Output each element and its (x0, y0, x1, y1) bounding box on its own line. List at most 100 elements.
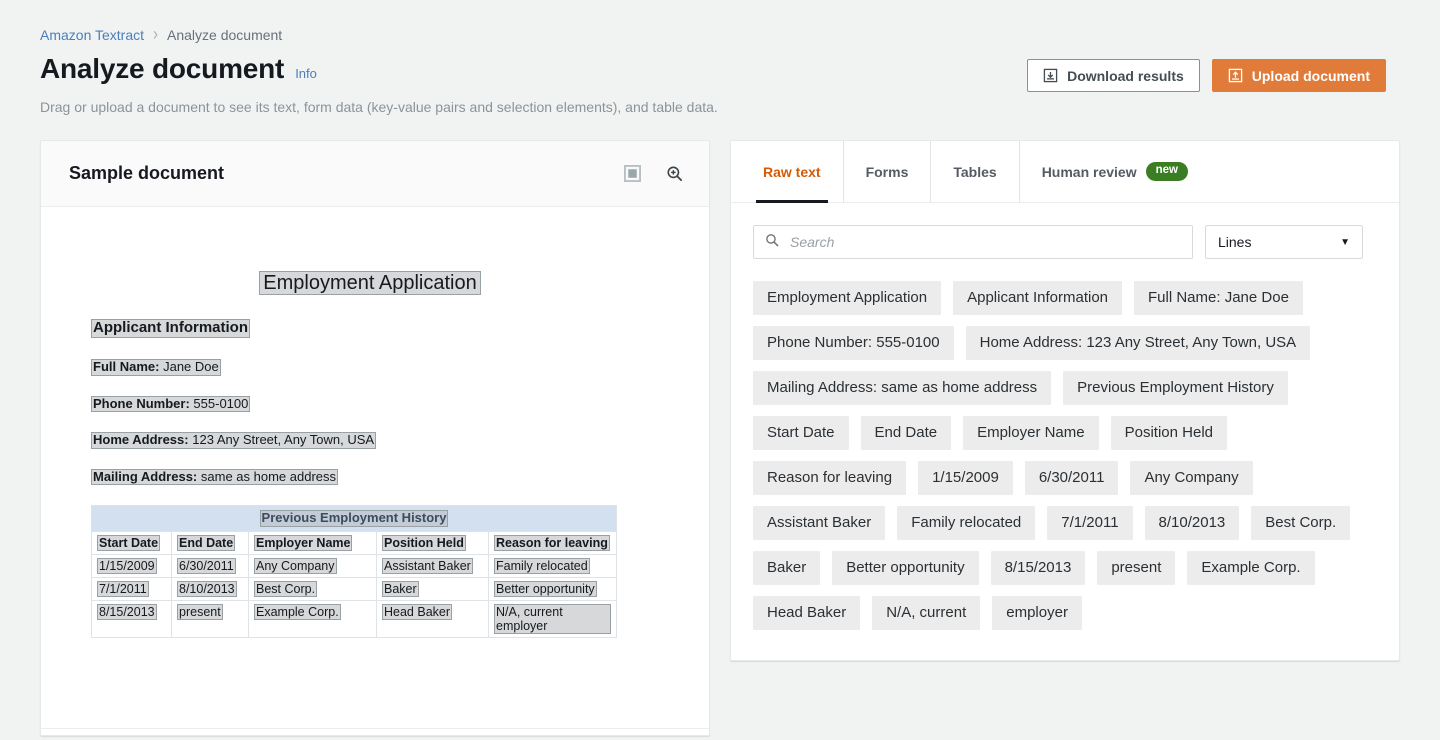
detected-text-block: Family relocated (494, 558, 590, 574)
tab-label: Tables (953, 164, 996, 180)
raw-text-chip[interactable]: 1/15/2009 (918, 461, 1013, 495)
detected-text-block: 6/30/2011 (177, 558, 236, 574)
results-filter-row: Lines ▼ (753, 225, 1363, 259)
breadcrumb-link-amazon-textract[interactable]: Amazon Textract (40, 26, 144, 44)
table-cell: Better opportunity (489, 577, 617, 600)
detected-text-block: Mailing Address: same as home address (91, 469, 338, 486)
table-cell: Example Corp. (249, 600, 377, 637)
raw-text-chip[interactable]: Applicant Information (953, 281, 1122, 315)
raw-text-chip[interactable]: 7/1/2011 (1047, 506, 1132, 540)
table-header-cell: Start Date (92, 531, 172, 554)
table-header-cell: Reason for leaving (489, 531, 617, 554)
raw-text-chip[interactable]: Head Baker (753, 596, 860, 630)
detected-text-block: Full Name: Jane Doe (91, 359, 221, 376)
detected-text-block: 7/1/2011 (97, 581, 149, 597)
table-header-cell: End Date (172, 531, 249, 554)
table-cell: Baker (377, 577, 489, 600)
zoom-in-icon[interactable] (666, 165, 683, 182)
field-label: Mailing Address: (93, 469, 197, 484)
raw-text-chip[interactable]: Employment Application (753, 281, 941, 315)
raw-text-chip[interactable]: 8/15/2013 (991, 551, 1086, 585)
field-value: 123 Any Street, Any Town, USA (192, 432, 374, 447)
detected-text-block: Baker (382, 581, 419, 597)
tab-human-review[interactable]: Human review new (1020, 141, 1210, 202)
table-header-cell: Employer Name (249, 531, 377, 554)
raw-text-chip[interactable]: Previous Employment History (1063, 371, 1288, 405)
raw-text-chip[interactable]: Home Address: 123 Any Street, Any Town, … (966, 326, 1311, 360)
detected-text-block: 8/15/2013 (97, 604, 157, 620)
detected-text-block: Best Corp. (254, 581, 317, 597)
table-cell: Any Company (249, 554, 377, 577)
table-row: 1/15/2009 6/30/2011 Any Company Assistan… (92, 554, 617, 577)
page-subtitle: Drag or upload a document to see its tex… (40, 99, 1400, 115)
download-results-label: Download results (1067, 68, 1184, 84)
document-title: Sample document (69, 163, 224, 184)
document-heading: Employment Application (91, 271, 649, 295)
search-icon (765, 233, 779, 252)
tab-forms[interactable]: Forms (844, 141, 932, 202)
raw-text-chip[interactable]: Phone Number: 555-0100 (753, 326, 954, 360)
document-field-line: Phone Number: 555-0100 (91, 396, 649, 413)
raw-text-chip[interactable]: Position Held (1111, 416, 1227, 450)
detected-text-block: End Date (177, 535, 235, 551)
tab-tables[interactable]: Tables (931, 141, 1019, 202)
raw-text-chip[interactable]: Employer Name (963, 416, 1099, 450)
results-tabs: Raw text Forms Tables Human review new (731, 141, 1399, 203)
document-preview-panel: Sample document (40, 140, 710, 736)
table-cell: Assistant Baker (377, 554, 489, 577)
tab-label: Forms (866, 164, 909, 180)
document-page: Employment Application Applicant Informa… (41, 207, 709, 735)
raw-text-chip[interactable]: Best Corp. (1251, 506, 1350, 540)
raw-text-results-list: Employment Application Applicant Informat… (753, 281, 1363, 630)
raw-text-chip[interactable]: Better opportunity (832, 551, 978, 585)
upload-document-button[interactable]: Upload document (1212, 59, 1386, 92)
table-row: 8/15/2013 present Example Corp. Head Bak… (92, 600, 617, 637)
table-cell: 6/30/2011 (172, 554, 249, 577)
field-label: Home Address: (93, 432, 189, 447)
download-results-button[interactable]: Download results (1027, 59, 1200, 92)
search-input[interactable] (788, 233, 1181, 251)
raw-text-chip[interactable]: Example Corp. (1187, 551, 1314, 585)
raw-text-chip[interactable]: Full Name: Jane Doe (1134, 281, 1303, 315)
table-cell: 8/10/2013 (172, 577, 249, 600)
raw-text-chip[interactable]: 8/10/2013 (1145, 506, 1240, 540)
raw-text-chip[interactable]: N/A, current (872, 596, 980, 630)
raw-text-chip[interactable]: Baker (753, 551, 820, 585)
detected-text-block: Better opportunity (494, 581, 597, 597)
detected-text-block: Home Address: 123 Any Street, Any Town, … (91, 432, 376, 449)
table-cell: 8/15/2013 (92, 600, 172, 637)
chevron-down-icon: ▼ (1340, 237, 1350, 248)
raw-text-chip[interactable]: Family relocated (897, 506, 1035, 540)
upload-document-label: Upload document (1252, 68, 1370, 84)
field-value: 555-0100 (193, 396, 248, 411)
info-link[interactable]: Info (295, 66, 317, 81)
raw-text-chip[interactable]: 6/30/2011 (1025, 461, 1119, 495)
detected-text-block: 8/10/2013 (177, 581, 237, 597)
main-columns: Sample document (0, 140, 1440, 736)
status-badge-new: new (1146, 162, 1188, 181)
results-panel: Raw text Forms Tables Human review new (730, 140, 1400, 661)
table-cell: Head Baker (377, 600, 489, 637)
search-box[interactable] (753, 225, 1193, 259)
table-header-cell: Position Held (377, 531, 489, 554)
granularity-select[interactable]: Lines ▼ (1205, 225, 1363, 259)
fit-to-page-icon[interactable] (624, 165, 641, 182)
tab-raw-text[interactable]: Raw text (741, 141, 844, 202)
download-tray-icon (1043, 68, 1058, 83)
detected-text-block: 1/15/2009 (97, 558, 157, 574)
table-cell: 1/15/2009 (92, 554, 172, 577)
raw-text-chip[interactable]: Assistant Baker (753, 506, 885, 540)
detected-text-block: Reason for leaving (494, 535, 610, 551)
raw-text-chip[interactable]: End Date (861, 416, 952, 450)
raw-text-chip[interactable]: present (1097, 551, 1175, 585)
document-preview-body[interactable]: Employment Application Applicant Informa… (41, 207, 709, 735)
document-field-line: Mailing Address: same as home address (91, 469, 649, 486)
page-header: Amazon Textract › Analyze document Analy… (0, 0, 1440, 115)
raw-text-chip[interactable]: Any Company (1130, 461, 1252, 495)
raw-text-chip[interactable]: Start Date (753, 416, 849, 450)
raw-text-chip[interactable]: Mailing Address: same as home address (753, 371, 1051, 405)
raw-text-chip[interactable]: Reason for leaving (753, 461, 906, 495)
field-value: same as home address (201, 469, 336, 484)
raw-text-chip[interactable]: employer (992, 596, 1082, 630)
detected-text-block: Employment Application (259, 271, 480, 295)
